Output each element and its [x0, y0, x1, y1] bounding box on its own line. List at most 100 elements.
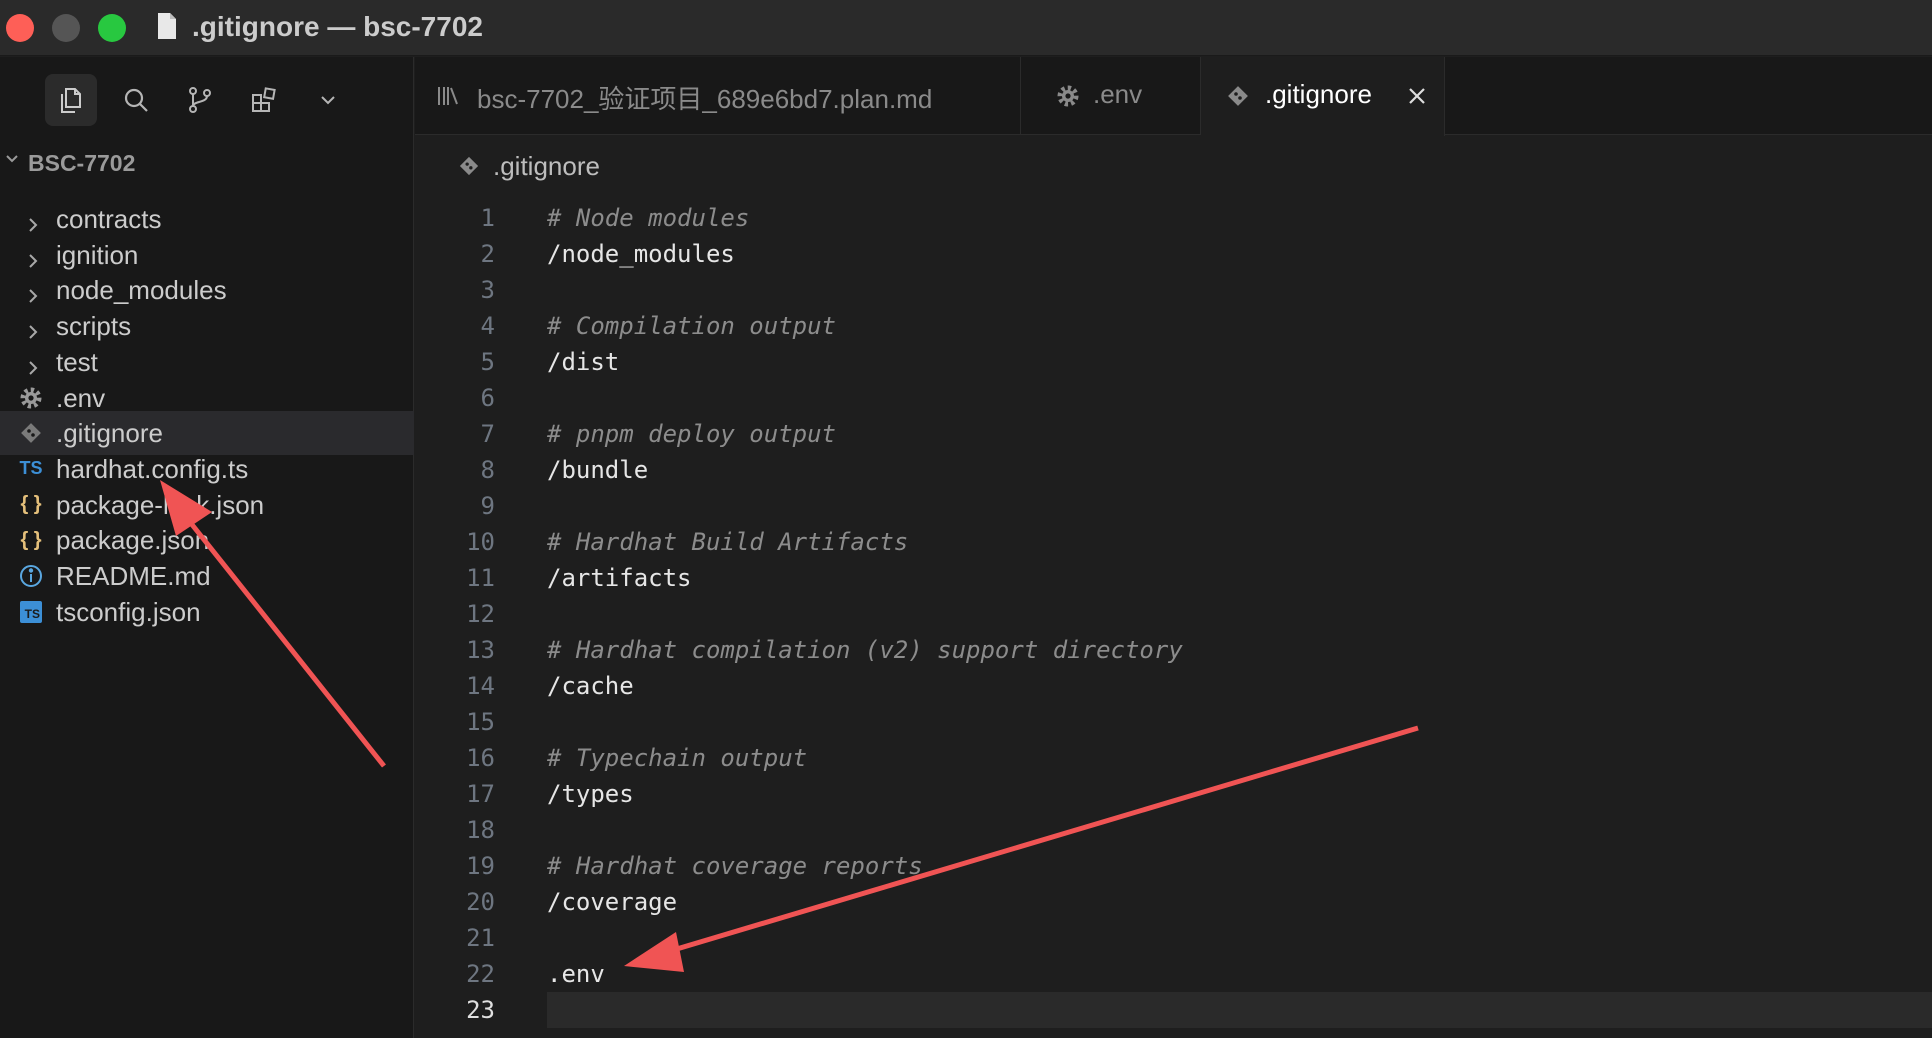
line-number: 16 [466, 744, 495, 772]
code-comment: # pnpm deploy output [547, 420, 836, 448]
line-number: 22 [466, 960, 495, 988]
more-views-button[interactable] [302, 74, 354, 126]
chevron-right-icon [26, 353, 40, 375]
line-number: 18 [466, 816, 495, 844]
code-line[interactable]: 19 # Hardhat coverage reports [415, 848, 1932, 884]
code-comment: # Compilation output [547, 312, 836, 340]
source-control-button[interactable] [174, 74, 226, 126]
tree-item-label: test [56, 346, 98, 377]
code-line[interactable]: 12 [415, 596, 1932, 632]
code-text: /types [547, 780, 634, 808]
git-icon [1228, 86, 1248, 106]
line-number: 21 [466, 924, 495, 952]
extensions-icon [252, 87, 276, 112]
tree-item-label: contracts [56, 204, 162, 234]
code-line[interactable]: 3 [415, 272, 1932, 308]
chevron-down-icon [6, 155, 18, 163]
code-line[interactable]: 2/node_modules [415, 236, 1932, 272]
code-line[interactable]: 11/artifacts [415, 560, 1932, 596]
code-comment: # Typechain output [547, 744, 808, 772]
code-comment: # Hardhat coverage reports [547, 852, 923, 880]
line-number: 6 [480, 384, 495, 412]
git-icon [459, 156, 479, 176]
files-icon [61, 88, 81, 113]
typescript-icon: TS [19, 458, 43, 479]
line-number: 7 [480, 420, 495, 448]
line-number: 2 [480, 240, 495, 268]
tree-item-label: scripts [56, 311, 132, 342]
tree-item-label: .env [56, 382, 106, 413]
tree-item-label: hardhat.config.ts [56, 453, 249, 484]
activity-bar [0, 57, 414, 139]
explorer-section-header[interactable]: BSC-7702 [0, 145, 414, 181]
code-editor[interactable]: 1 # Node modules 2/node_modules 3 4 # Compila… [415, 196, 1932, 1038]
line-number: 8 [480, 456, 495, 484]
search-button[interactable] [110, 74, 162, 126]
chevron-down-icon [321, 96, 335, 105]
zoom-window-button[interactable] [98, 14, 126, 42]
document-icon [158, 13, 176, 39]
breadcrumb: .gitignore [415, 136, 1932, 196]
tab-env[interactable]: .env [1021, 57, 1201, 135]
chevron-right-icon [26, 317, 40, 339]
line-number: 19 [466, 852, 495, 880]
git-icon [18, 420, 44, 446]
code-line[interactable]: 4 # Compilation output [415, 308, 1932, 344]
code-text: /artifacts [547, 564, 692, 592]
close-window-button[interactable] [6, 14, 34, 42]
code-line[interactable]: 14/cache [415, 668, 1932, 704]
code-line[interactable]: 7 # pnpm deploy output [415, 416, 1932, 452]
tab-gitignore[interactable]: .gitignore [1201, 57, 1445, 136]
code-line[interactable]: 23 [415, 992, 1932, 1028]
code-line[interactable]: 16 # Typechain output [415, 740, 1932, 776]
code-line[interactable]: 1 # Node modules [415, 200, 1932, 236]
chevron-right-icon [26, 281, 40, 304]
tree-item-tsconfig-json[interactable]: TS tsconfig.json [0, 590, 414, 634]
library-icon [438, 87, 458, 105]
line-number: 13 [466, 636, 495, 664]
code-line[interactable]: 15 [415, 704, 1932, 740]
code-line[interactable]: 10 # Hardhat Build Artifacts [415, 524, 1932, 560]
line-number: 11 [466, 564, 495, 592]
code-line[interactable]: 20/coverage [415, 884, 1932, 920]
code-text: /dist [547, 348, 620, 376]
source-control-icon [189, 87, 211, 113]
json-icon: { } [20, 493, 42, 516]
line-number: 23 [466, 996, 495, 1024]
line-number: 14 [466, 672, 495, 700]
code-line[interactable]: 9 [415, 488, 1932, 524]
window-title: .gitignore — bsc-7702 [192, 11, 483, 42]
tree-item-label: .gitignore [56, 418, 163, 449]
code-line[interactable]: 8/bundle [415, 452, 1932, 488]
line-number: 12 [466, 600, 495, 628]
code-line[interactable]: 18 [415, 812, 1932, 848]
tree-item-label: package.json [56, 525, 210, 556]
minimize-window-button[interactable] [52, 14, 80, 42]
extensions-button[interactable] [238, 74, 290, 126]
code-comment: # Hardhat Build Artifacts [547, 528, 909, 556]
code-line[interactable]: 22 .env [415, 956, 1932, 992]
tree-item-label: tsconfig.json [56, 596, 201, 627]
code-line[interactable]: 6 [415, 380, 1932, 416]
tree-item-label: ignition [56, 239, 139, 270]
breadcrumb-file[interactable]: .gitignore [493, 151, 600, 182]
tab-plan-md[interactable]: bsc-7702_验证项目_689e6bd7.plan.md [415, 57, 1021, 135]
code-comment: # Hardhat compilation (v2) support direc… [547, 636, 1183, 664]
explorer-button[interactable] [45, 74, 97, 126]
info-icon [18, 563, 44, 589]
line-number: 4 [480, 312, 495, 340]
workspace-name: BSC-7702 [28, 150, 136, 176]
code-comment: # Node modules [547, 204, 750, 232]
line-number: 3 [480, 276, 495, 304]
tab-label: bsc-7702_验证项目_689e6bd7.plan.md [477, 84, 933, 114]
code-line[interactable]: 17/types [415, 776, 1932, 812]
code-line[interactable]: 13 # Hardhat compilation (v2) support dir… [415, 632, 1932, 668]
code-text: /coverage [547, 888, 678, 916]
code-line[interactable]: 21 [415, 920, 1932, 956]
line-number: 10 [466, 528, 495, 556]
code-line[interactable]: 5/dist [415, 344, 1932, 380]
close-icon[interactable] [1405, 84, 1429, 108]
tab-bar: bsc-7702_验证项目_689e6bd7.plan.md .env .git… [415, 57, 1932, 136]
tab-label: .gitignore [1265, 79, 1372, 109]
tsconfig-icon: TS [18, 599, 44, 625]
